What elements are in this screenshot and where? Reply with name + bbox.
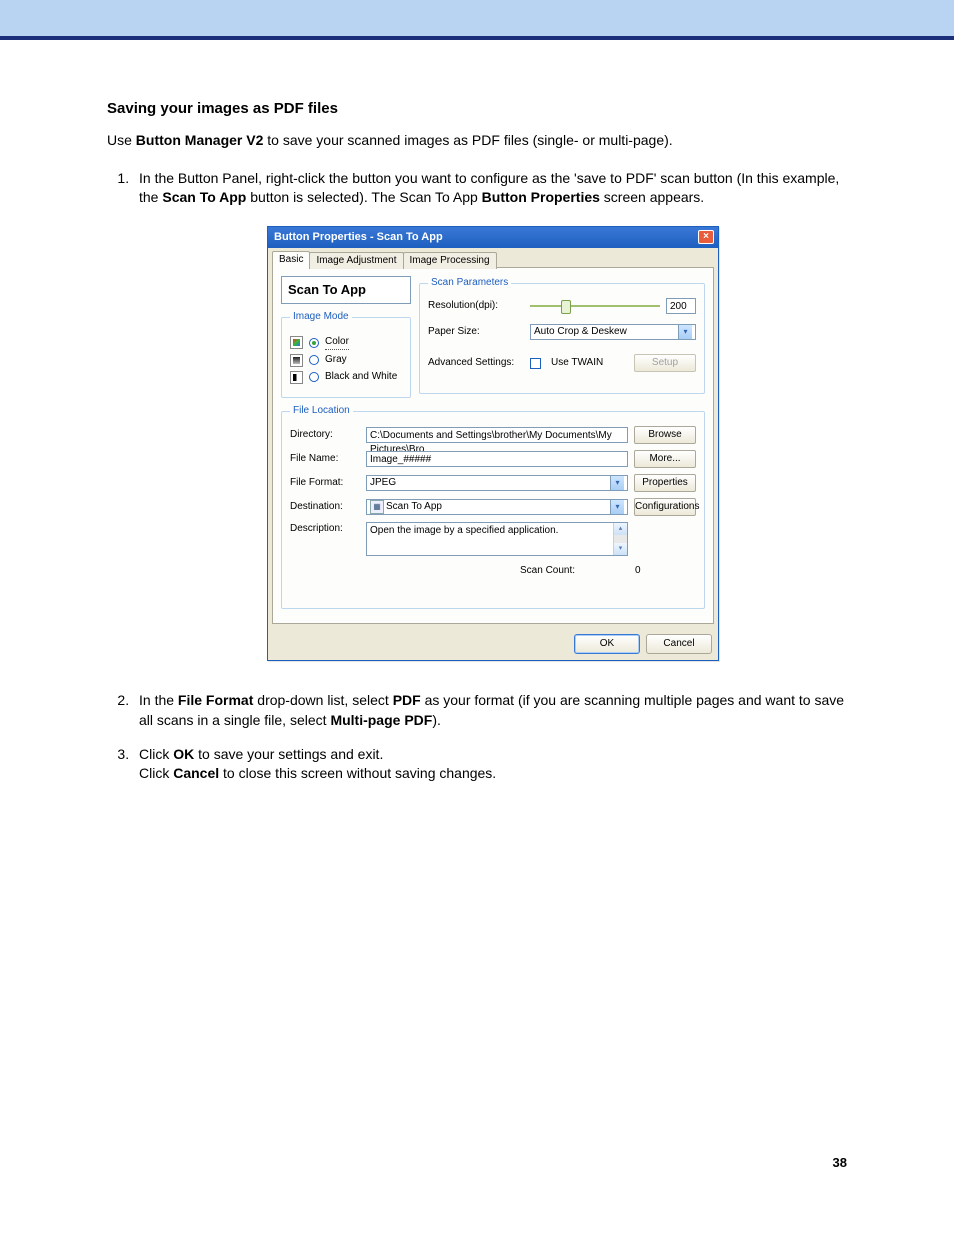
destination-select[interactable]: ▦Scan To App ▾ <box>366 499 628 515</box>
steps-list: In the Button Panel, right-click the but… <box>107 169 847 784</box>
fileformat-label: File Format: <box>290 476 360 490</box>
step2-g: ). <box>432 712 441 728</box>
tab-basic[interactable]: Basic <box>272 251 310 268</box>
scrollbar[interactable]: ▴ ▾ <box>613 523 627 555</box>
properties-button[interactable]: Properties <box>634 474 696 492</box>
step2-f: Multi-page PDF <box>330 712 432 728</box>
scroll-down-icon[interactable]: ▾ <box>614 543 628 555</box>
destination-label: Destination: <box>290 500 360 514</box>
chevron-down-icon: ▾ <box>610 500 624 514</box>
resolution-slider[interactable] <box>530 301 660 311</box>
step3-a: Click <box>139 746 173 762</box>
step-3: Click OK to save your settings and exit.… <box>133 745 847 784</box>
description-label: Description: <box>290 522 360 536</box>
resolution-input[interactable]: 200 <box>666 298 696 314</box>
dialog-titlebar[interactable]: Button Properties - Scan To App × <box>268 227 718 248</box>
step1-d: Button Properties <box>482 189 600 205</box>
tab-image-adjustment[interactable]: Image Adjustment <box>309 252 403 269</box>
step2-b: File Format <box>178 692 253 708</box>
filename-input[interactable]: Image_##### <box>366 451 628 467</box>
more-button[interactable]: More... <box>634 450 696 468</box>
scan-count-value: 0 <box>635 564 641 578</box>
image-mode-legend: Image Mode <box>290 310 352 324</box>
paper-size-label: Paper Size: <box>428 325 524 339</box>
radio-color-label: Color <box>325 335 349 350</box>
page-header-banner <box>0 0 954 40</box>
tab-image-processing[interactable]: Image Processing <box>403 252 497 269</box>
paper-size-select[interactable]: Auto Crop & Deskew ▾ <box>530 324 696 340</box>
file-location-group: File Location Directory: C:\Documents an… <box>281 404 705 609</box>
button-properties-dialog: Button Properties - Scan To App × ↖ Basi… <box>267 226 719 662</box>
intro-text-a: Use <box>107 132 136 148</box>
radio-bw-label: Black and White <box>325 370 397 384</box>
app-icon: ▦ <box>370 500 384 514</box>
use-twain-label: Use TWAIN <box>551 356 603 370</box>
bw-swatch-icon <box>290 371 303 384</box>
intro-text-b: Button Manager V2 <box>136 132 264 148</box>
screenshot-wrap: Button Properties - Scan To App × ↖ Basi… <box>139 226 847 662</box>
tab-strip: Basic Image Adjustment Image Processing <box>268 248 718 267</box>
description-textarea[interactable]: Open the image by a specified applicatio… <box>366 522 628 556</box>
step-2: In the File Format drop-down list, selec… <box>133 691 847 730</box>
step2-d: PDF <box>393 692 421 708</box>
step3-c: to save your settings and exit. <box>194 746 383 762</box>
chevron-down-icon: ▾ <box>678 325 692 339</box>
directory-label: Directory: <box>290 428 360 442</box>
radio-gray-label: Gray <box>325 353 347 367</box>
file-location-legend: File Location <box>290 404 353 418</box>
close-icon[interactable]: × <box>698 230 714 244</box>
resolution-label: Resolution(dpi): <box>428 299 524 313</box>
configurations-button[interactable]: Configurations <box>634 498 696 516</box>
advanced-settings-label: Advanced Settings: <box>428 356 524 370</box>
color-swatch-icon <box>290 336 303 349</box>
directory-input[interactable]: C:\Documents and Settings\brother\My Doc… <box>366 427 628 443</box>
radio-gray[interactable] <box>309 355 319 365</box>
browse-button[interactable]: Browse <box>634 426 696 444</box>
scan-parameters-legend: Scan Parameters <box>428 276 511 290</box>
radio-color[interactable] <box>309 338 319 348</box>
scan-parameters-group: Scan Parameters Resolution(dpi): 200 <box>419 276 705 394</box>
scan-count-label: Scan Count: <box>520 564 575 578</box>
step1-e: screen appears. <box>600 189 704 205</box>
intro-text-c: to save your scanned images as PDF files… <box>263 132 672 148</box>
step3-f: to close this screen without saving chan… <box>219 765 496 781</box>
image-mode-group: Image Mode Color Gr <box>281 310 411 398</box>
dialog-footer: OK Cancel <box>268 628 718 660</box>
section-title: Saving your images as PDF files <box>107 100 847 117</box>
dialog-title: Button Properties - Scan To App <box>274 230 443 245</box>
page-number: 38 <box>833 1155 847 1170</box>
gray-swatch-icon <box>290 354 303 367</box>
ok-button[interactable]: OK <box>574 634 640 654</box>
step3-d: Click <box>139 765 173 781</box>
description-value: Open the image by a specified applicatio… <box>370 524 558 554</box>
document-page: Saving your images as PDF files Use Butt… <box>67 40 887 1180</box>
step2-a: In the <box>139 692 178 708</box>
chevron-down-icon: ▾ <box>610 476 624 490</box>
button-name-input[interactable]: Scan To App <box>281 276 411 304</box>
dialog-body: Scan To App Image Mode Color <box>272 267 714 624</box>
setup-button[interactable]: Setup <box>634 354 696 372</box>
use-twain-checkbox[interactable] <box>530 358 541 369</box>
destination-value: Scan To App <box>386 501 442 512</box>
fileformat-select[interactable]: JPEG ▾ <box>366 475 628 491</box>
step1-c: button is selected). The Scan To App <box>246 189 481 205</box>
fileformat-value: JPEG <box>370 476 396 490</box>
step1-b: Scan To App <box>162 189 246 205</box>
step3-e: Cancel <box>173 765 219 781</box>
step3-b: OK <box>173 746 194 762</box>
step2-c: drop-down list, select <box>253 692 392 708</box>
scroll-up-icon[interactable]: ▴ <box>614 523 628 535</box>
filename-label: File Name: <box>290 452 360 466</box>
intro-paragraph: Use Button Manager V2 to save your scann… <box>107 131 847 151</box>
paper-size-value: Auto Crop & Deskew <box>534 325 627 339</box>
step-1: In the Button Panel, right-click the but… <box>133 169 847 662</box>
radio-bw[interactable] <box>309 372 319 382</box>
cancel-button[interactable]: Cancel <box>646 634 712 654</box>
